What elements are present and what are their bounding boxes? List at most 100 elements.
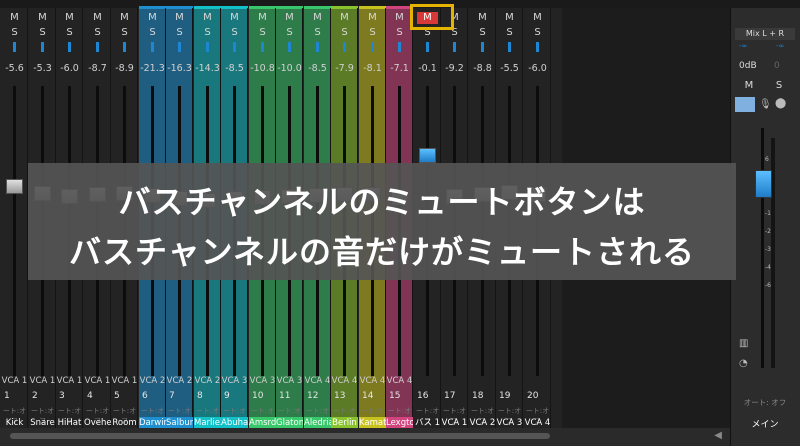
solo-button[interactable]: S	[334, 27, 355, 39]
solo-button[interactable]: S	[472, 27, 493, 39]
solo-button[interactable]: S	[197, 27, 218, 39]
pan-indicator[interactable]	[508, 42, 511, 52]
solo-button[interactable]: S	[527, 27, 548, 39]
scroll-right-icon[interactable]: ◀	[714, 430, 722, 441]
volume-readout[interactable]: -10.0	[276, 63, 303, 74]
solo-button[interactable]: S	[59, 27, 80, 39]
volume-readout[interactable]: -6.0	[524, 63, 551, 74]
scroll-thumb[interactable]	[10, 433, 550, 439]
volume-readout[interactable]: -8.5	[304, 63, 331, 74]
volume-readout[interactable]: -5.6	[1, 63, 28, 74]
mute-button[interactable]: M	[142, 12, 163, 24]
volume-readout[interactable]: -9.2	[441, 63, 468, 74]
pan-indicator[interactable]	[316, 42, 319, 52]
vca-assign[interactable]: VCA 4	[331, 376, 358, 386]
volume-readout[interactable]: -0.1	[414, 63, 441, 74]
mute-button[interactable]: M	[224, 12, 245, 24]
solo-button[interactable]: S	[252, 27, 273, 39]
output-select[interactable]: Mix L + R	[735, 28, 795, 40]
mute-button[interactable]: M	[362, 12, 383, 24]
mute-button[interactable]: M	[32, 12, 53, 24]
toggle-icon[interactable]: ⬤	[775, 98, 786, 109]
volume-readout[interactable]: -6.0	[56, 63, 83, 74]
solo-button[interactable]: S	[87, 27, 108, 39]
pan-indicator[interactable]	[41, 42, 44, 52]
volume-readout[interactable]: -21.3	[139, 63, 166, 74]
pan-indicator[interactable]	[123, 42, 126, 52]
solo-button[interactable]: S	[362, 27, 383, 39]
horizontal-scrollbar[interactable]: ◀	[0, 428, 730, 446]
pan-indicator[interactable]	[453, 42, 456, 52]
vca-assign[interactable]: VCA 1	[56, 376, 83, 386]
pan-indicator[interactable]	[261, 42, 264, 52]
solo-button[interactable]: S	[32, 27, 53, 39]
pan-indicator[interactable]	[178, 42, 181, 52]
mute-button[interactable]: M	[472, 12, 493, 24]
pan-indicator[interactable]	[206, 42, 209, 52]
volume-readout[interactable]: -7.1	[386, 63, 413, 74]
solo-button[interactable]: S	[224, 27, 245, 39]
pan-indicator[interactable]	[371, 42, 374, 52]
pan-indicator[interactable]	[68, 42, 71, 52]
mute-button[interactable]: M	[169, 12, 190, 24]
mute-button[interactable]: M	[114, 12, 135, 24]
pan-indicator[interactable]	[536, 42, 539, 52]
vca-assign[interactable]: VCA 3	[249, 376, 276, 386]
vca-assign[interactable]: VCA 1	[29, 376, 56, 386]
vca-assign[interactable]: VCA 3	[221, 376, 248, 386]
mute-button[interactable]: M	[527, 12, 548, 24]
volume-readout[interactable]: -8.5	[221, 63, 248, 74]
volume-readout[interactable]: -14.3	[194, 63, 221, 74]
solo-button[interactable]: S	[389, 27, 410, 39]
volume-readout[interactable]: -10.8	[249, 63, 276, 74]
vca-assign[interactable]: VCA 3	[276, 376, 303, 386]
vca-assign[interactable]: VCA 4	[359, 376, 386, 386]
vca-assign[interactable]: VCA 2	[166, 376, 193, 386]
mic-icon[interactable]: 🎙	[759, 99, 772, 110]
master-volume[interactable]: 0dB	[739, 61, 757, 71]
pan-indicator[interactable]	[151, 42, 154, 52]
pan-indicator[interactable]	[13, 42, 16, 52]
mute-button[interactable]: M	[307, 12, 328, 24]
vca-assign[interactable]: VCA 2	[139, 376, 166, 386]
master-automation[interactable]: オート: オフ	[731, 397, 799, 408]
vca-assign[interactable]: VCA 1	[1, 376, 28, 386]
volume-readout[interactable]: -8.1	[359, 63, 386, 74]
volume-readout[interactable]: -8.9	[111, 63, 138, 74]
pan-indicator[interactable]	[398, 42, 401, 52]
mute-button[interactable]: M	[389, 12, 410, 24]
master-pan[interactable]: 0	[774, 61, 780, 71]
solo-button[interactable]: S	[4, 27, 25, 39]
solo-button[interactable]: S	[169, 27, 190, 39]
volume-readout[interactable]: -8.7	[84, 63, 111, 74]
edit-icon[interactable]: ▥	[739, 338, 748, 349]
mode-icon[interactable]	[735, 97, 755, 112]
volume-readout[interactable]: -7.9	[331, 63, 358, 74]
clock-icon[interactable]: ◔	[739, 358, 748, 369]
volume-readout[interactable]: -16.3	[166, 63, 193, 74]
mute-button[interactable]: M	[4, 12, 25, 24]
solo-button[interactable]: S	[307, 27, 328, 39]
master-mute-button[interactable]: M	[739, 79, 759, 93]
volume-readout[interactable]: -5.5	[496, 63, 523, 74]
pan-indicator[interactable]	[233, 42, 236, 52]
mute-button[interactable]: M	[87, 12, 108, 24]
mute-button[interactable]: M	[59, 12, 80, 24]
mute-button[interactable]: M	[197, 12, 218, 24]
master-fader[interactable]	[755, 170, 772, 198]
solo-button[interactable]: S	[114, 27, 135, 39]
master-solo-button[interactable]: S	[769, 79, 789, 93]
vca-assign[interactable]: VCA 4	[304, 376, 331, 386]
vca-assign[interactable]: VCA 1	[84, 376, 111, 386]
pan-indicator[interactable]	[288, 42, 291, 52]
fader[interactable]	[419, 148, 436, 163]
vca-assign[interactable]: VCA 4	[386, 376, 413, 386]
pan-indicator[interactable]	[343, 42, 346, 52]
vca-assign[interactable]: VCA 1	[111, 376, 138, 386]
solo-button[interactable]: S	[142, 27, 163, 39]
mute-button[interactable]: M	[499, 12, 520, 24]
pan-indicator[interactable]	[96, 42, 99, 52]
solo-button[interactable]: S	[499, 27, 520, 39]
mute-button[interactable]: M	[334, 12, 355, 24]
solo-button[interactable]: S	[279, 27, 300, 39]
